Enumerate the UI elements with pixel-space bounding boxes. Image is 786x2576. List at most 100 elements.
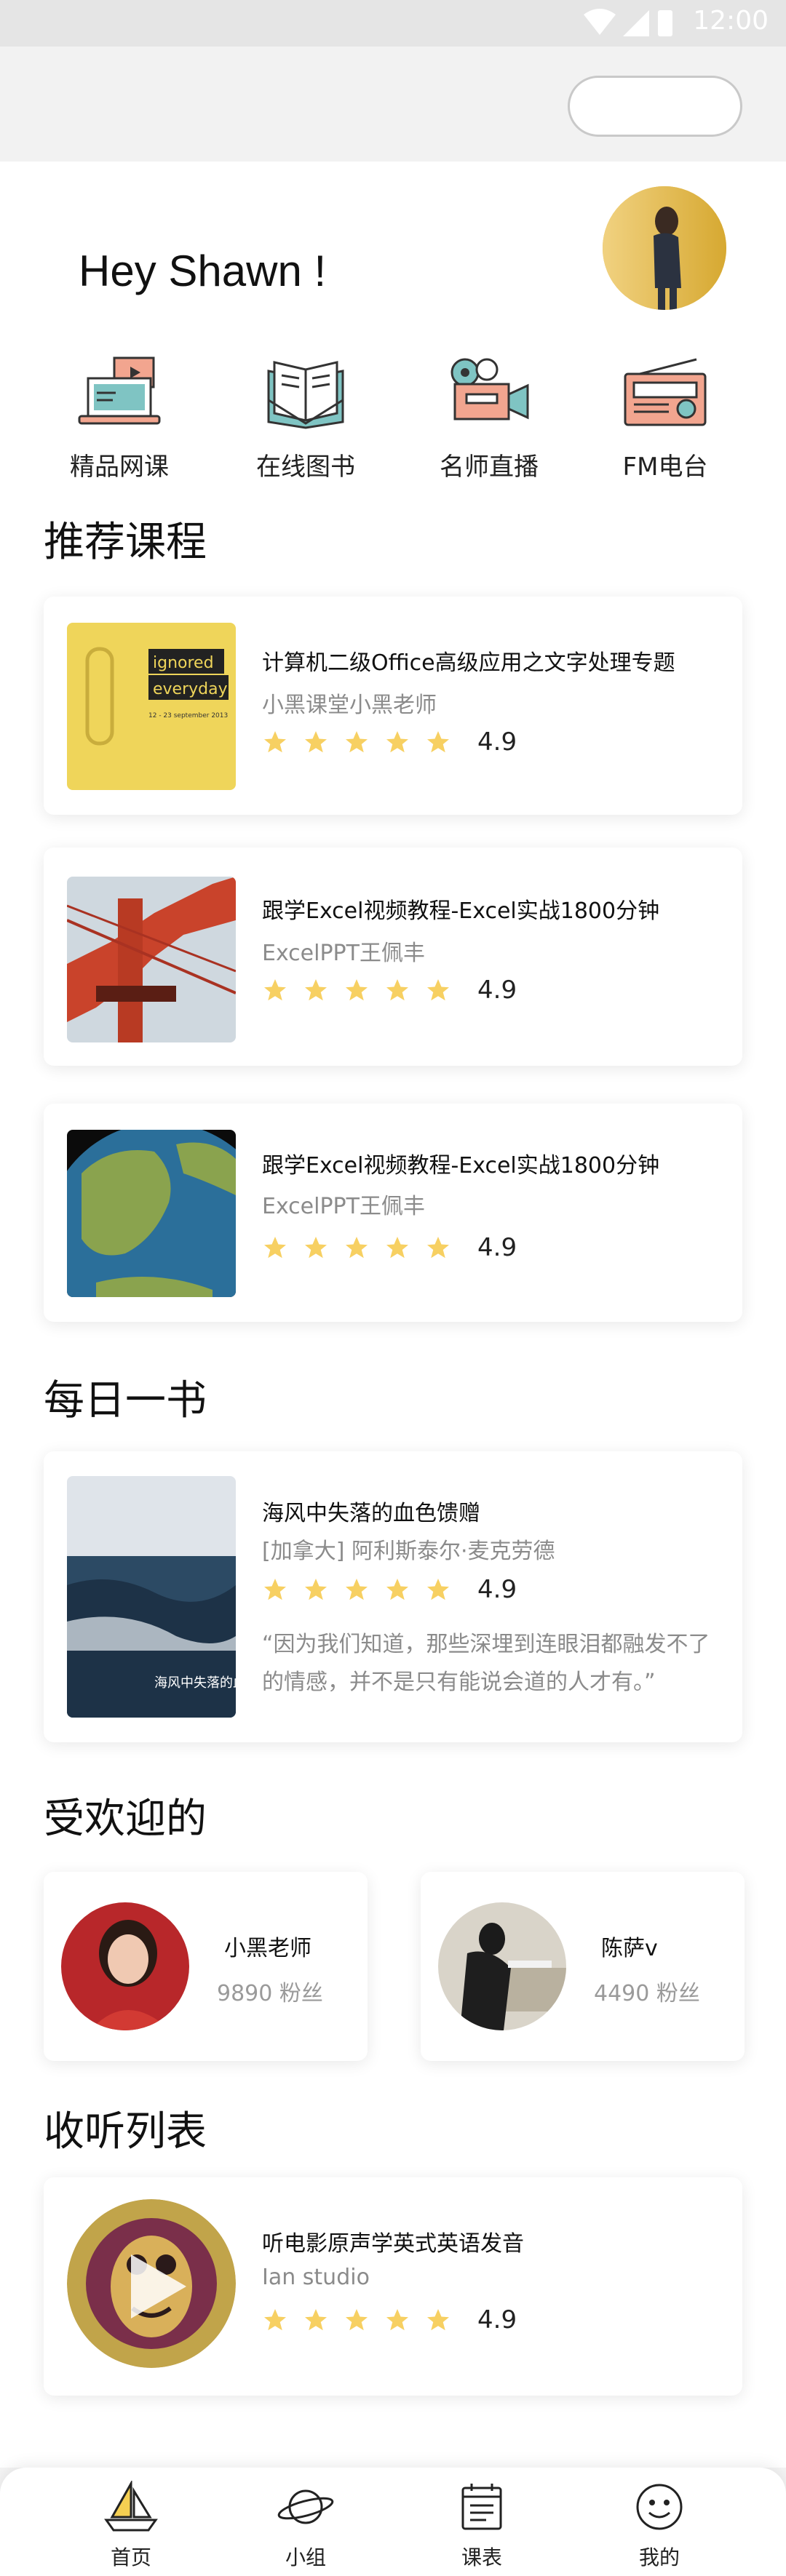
tab-schedule[interactable]: 课表 xyxy=(431,2481,533,2571)
star-icon xyxy=(264,1237,286,1259)
star-icon xyxy=(264,979,286,1001)
star-icon xyxy=(427,979,449,1001)
course-rating: 4.9 xyxy=(262,976,517,1005)
shortcut-label: 在线图书 xyxy=(256,452,355,482)
thumb-text-date: 12 - 23 september 2013 xyxy=(148,712,228,719)
calendar-icon xyxy=(461,2484,502,2530)
star-icon xyxy=(386,2309,408,2331)
star-icon xyxy=(264,2309,286,2331)
popular-teacher-card[interactable]: 陈萨v 4490 粉丝 xyxy=(421,1872,745,2061)
teacher-name: 小黑老师 xyxy=(224,1936,311,1961)
thumb-text-ignored: ignored xyxy=(153,654,214,672)
section-title-listening: 收听列表 xyxy=(44,2108,207,2156)
shortcut-online-courses[interactable]: 精品网课 xyxy=(47,356,192,482)
book-card[interactable]: 海风中失落的血色馈赠 海风中失落的血色馈赠 [加拿大] 阿利斯泰尔·麦克劳德 4… xyxy=(44,1451,742,1742)
teacher-fans: 4490 粉丝 xyxy=(594,1981,700,2006)
star-icon xyxy=(346,1579,368,1600)
star-icon xyxy=(346,979,368,1001)
status-time: 12:00 xyxy=(693,6,769,36)
listening-card[interactable]: 听电影原声学英式英语发音 Ian studio 4.9 xyxy=(44,2177,742,2396)
greeting-text: Hey Shawn ! xyxy=(79,247,327,295)
shortcut-fm-radio[interactable]: FM电台 xyxy=(592,356,738,482)
star-icon xyxy=(305,1237,327,1259)
listening-title: 听电影原声学英式英语发音 xyxy=(262,2231,524,2257)
star-icon xyxy=(427,1237,449,1259)
book-author: [加拿大] 阿利斯泰尔·麦克劳德 xyxy=(262,1539,555,1564)
shortcut-label: 精品网课 xyxy=(70,452,169,482)
course-thumbnail xyxy=(67,1130,236,1297)
camera-icon xyxy=(450,358,529,420)
bottom-tab-bar: 首页 小组 课表 我的 xyxy=(0,2468,786,2576)
star-icon xyxy=(305,1579,327,1600)
course-title: 跟学Excel视频教程-Excel实战1800分钟 xyxy=(262,898,660,924)
rating-value: 4.9 xyxy=(477,976,517,1005)
shortcut-label: FM电台 xyxy=(622,452,708,482)
status-bar: 12:00 xyxy=(0,0,786,47)
user-avatar[interactable] xyxy=(603,186,726,310)
tab-label: 课表 xyxy=(461,2545,502,2569)
book-quote: “因为我们知道，那些深埋到连眼泪都融发不了的情感，并不是只有能说会道的人才有。” xyxy=(262,1632,710,1695)
listening-author: Ian studio xyxy=(262,2265,370,2290)
teacher-name: 陈萨v xyxy=(601,1936,658,1961)
smiley-icon xyxy=(636,2484,683,2530)
search-pill-button[interactable] xyxy=(568,76,742,137)
star-icon xyxy=(427,2309,449,2331)
planet-icon xyxy=(277,2489,334,2524)
tab-groups[interactable]: 小组 xyxy=(255,2481,357,2571)
shortcut-live-teachers[interactable]: 名师直播 xyxy=(416,356,562,482)
section-title-recommended: 推荐课程 xyxy=(44,519,207,566)
course-thumbnail xyxy=(67,877,236,1042)
star-icon xyxy=(386,1579,408,1600)
rating-value: 4.9 xyxy=(477,1575,517,1604)
star-icon xyxy=(264,731,286,753)
listening-rating: 4.9 xyxy=(262,2305,517,2334)
star-icon xyxy=(386,1237,408,1259)
star-icon xyxy=(346,1237,368,1259)
course-title: 计算机二级Office高级应用之文字处理专题 xyxy=(262,650,675,676)
book-cover: 海风中失落的血色馈赠 xyxy=(67,1476,236,1718)
star-icon xyxy=(305,731,327,753)
course-rating: 4.9 xyxy=(262,1233,517,1262)
star-icon xyxy=(427,1579,449,1600)
play-icon[interactable] xyxy=(124,2250,189,2323)
book-cover-title: 海风中失落的血色馈赠 xyxy=(154,1675,236,1691)
course-author: ExcelPPT王佩丰 xyxy=(262,1194,425,1219)
star-icon xyxy=(346,731,368,753)
star-icon xyxy=(305,979,327,1001)
tab-label: 首页 xyxy=(110,2545,151,2569)
rating-value: 4.9 xyxy=(477,1233,517,1262)
tab-home[interactable]: 首页 xyxy=(80,2479,182,2571)
tab-profile[interactable]: 我的 xyxy=(608,2481,710,2571)
course-rating: 4.9 xyxy=(262,727,517,757)
shortcut-online-books[interactable]: 在线图书 xyxy=(233,356,378,482)
star-icon xyxy=(264,1579,286,1600)
teacher-avatar xyxy=(438,1902,566,2030)
star-icon xyxy=(386,731,408,753)
star-icon xyxy=(427,731,449,753)
thumb-text-everyday: everyday xyxy=(153,680,228,698)
laptop-play-icon xyxy=(78,356,161,425)
section-title-popular: 受欢迎的 xyxy=(44,1795,207,1843)
star-icon xyxy=(346,2309,368,2331)
course-card[interactable]: 跟学Excel视频教程-Excel实战1800分钟 ExcelPPT王佩丰 4.… xyxy=(44,1104,742,1322)
signal-wifi-battery-icon xyxy=(584,9,672,36)
book-title: 海风中失落的血色馈赠 xyxy=(262,1501,480,1526)
top-bar xyxy=(0,47,786,162)
course-card[interactable]: ignored everyday 12 - 23 september 2013 … xyxy=(44,597,742,815)
shortcut-label: 名师直播 xyxy=(440,452,539,482)
radio-icon xyxy=(624,358,707,426)
course-title: 跟学Excel视频教程-Excel实战1800分钟 xyxy=(262,1153,660,1179)
popular-teacher-card[interactable]: 小黑老师 9890 粉丝 xyxy=(44,1872,368,2061)
course-author: 小黑课堂小黑老师 xyxy=(262,693,437,718)
star-icon xyxy=(305,2309,327,2331)
sailboat-icon xyxy=(104,2479,158,2532)
star-icon xyxy=(386,979,408,1001)
course-card[interactable]: 跟学Excel视频教程-Excel实战1800分钟 ExcelPPT王佩丰 4.… xyxy=(44,848,742,1066)
book-rating: 4.9 xyxy=(262,1575,517,1604)
rating-value: 4.9 xyxy=(477,727,517,757)
tab-label: 我的 xyxy=(638,2545,680,2569)
tab-label: 小组 xyxy=(285,2545,326,2569)
open-book-icon xyxy=(267,361,344,429)
course-thumbnail: ignored everyday 12 - 23 september 2013 xyxy=(67,623,236,790)
avatar-person-image xyxy=(603,186,726,310)
